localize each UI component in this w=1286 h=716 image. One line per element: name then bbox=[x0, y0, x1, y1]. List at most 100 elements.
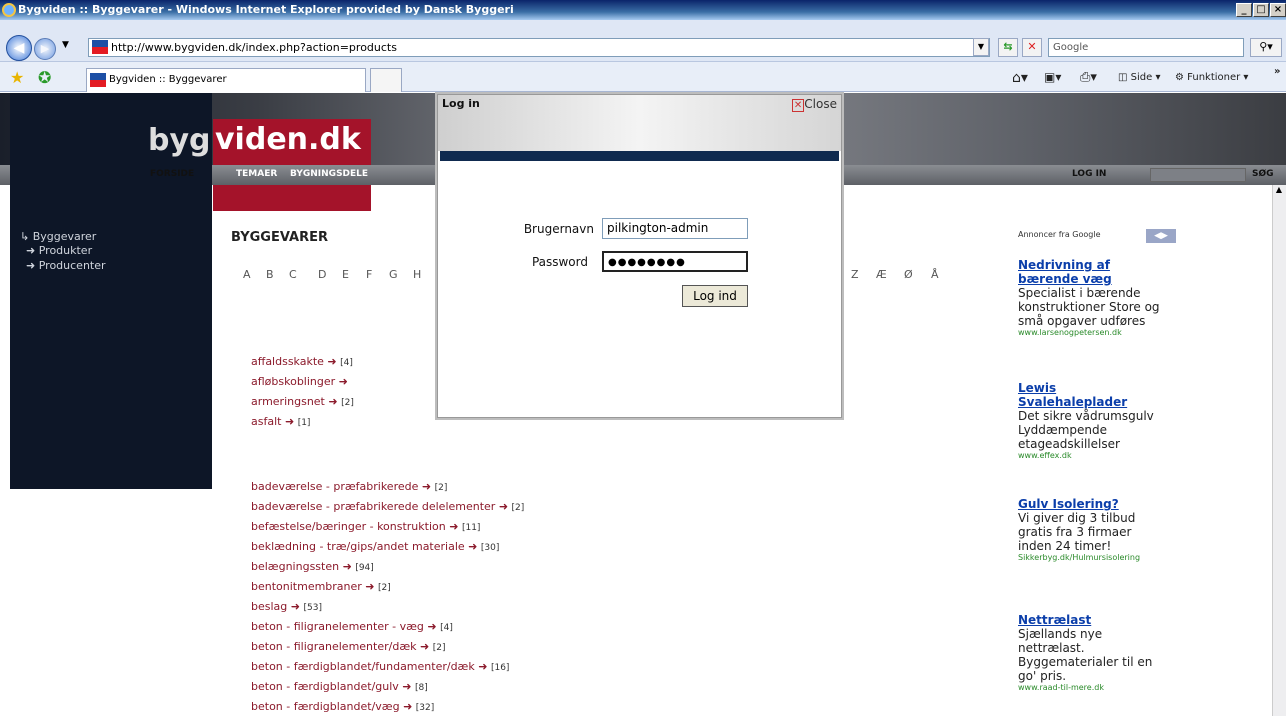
product-link[interactable]: beton - filigranelementer - væg ➜ [4] bbox=[251, 620, 453, 633]
alpha-link[interactable]: H bbox=[413, 268, 421, 281]
product-count: [2] bbox=[341, 398, 354, 408]
product-link[interactable]: befæstelse/bæringer - konstruktion ➜ [11… bbox=[251, 520, 480, 533]
product-link[interactable]: beton - færdigblandet/fundamenter/dæk ➜ … bbox=[251, 660, 509, 673]
maximize-button[interactable]: □ bbox=[1253, 3, 1269, 17]
logo-byg[interactable]: byg bbox=[148, 123, 211, 158]
product-count: [1] bbox=[297, 418, 311, 428]
back-button[interactable]: ◀ bbox=[6, 35, 32, 61]
product-link[interactable]: afløbskoblinger ➜ bbox=[251, 375, 348, 388]
password-label: Password bbox=[531, 255, 588, 269]
product-link[interactable]: belægningssten ➜ [94] bbox=[251, 560, 374, 573]
alpha-link[interactable]: A bbox=[243, 268, 251, 281]
address-input[interactable]: http://www.bygviden.dk/index.php?action=… bbox=[88, 38, 990, 57]
ads-label: Annoncer fra Google bbox=[1018, 230, 1101, 239]
product-name: afløbskoblinger bbox=[251, 375, 336, 388]
refresh-icon[interactable]: ⇆ bbox=[998, 38, 1018, 57]
product-name: badeværelse - præfabrikerede bbox=[251, 480, 419, 493]
stop-icon[interactable]: ✕ bbox=[1022, 38, 1042, 57]
product-count: [53] bbox=[303, 603, 322, 613]
sidebar-item-produkter[interactable]: ➜ Produkter bbox=[26, 244, 92, 257]
side-label: Side bbox=[1130, 72, 1153, 83]
side-menu[interactable]: ◫ Side ▾ bbox=[1118, 72, 1160, 83]
print-icon[interactable]: ⎙▾ bbox=[1080, 70, 1097, 85]
ad-item[interactable]: Gulv Isolering? Vi giver dig 3 tilbud gr… bbox=[1018, 497, 1168, 562]
product-name: beton - filigranelementer - væg bbox=[251, 620, 424, 633]
product-count: [16] bbox=[490, 663, 510, 673]
address-dropdown-icon[interactable]: ▼ bbox=[973, 38, 989, 56]
ad-item[interactable]: Nettrælast Sjællands nye nettrælast. Byg… bbox=[1018, 613, 1168, 692]
product-link[interactable]: badeværelse - præfabrikerede ➜ [2] bbox=[251, 480, 447, 493]
product-count: [4] bbox=[440, 623, 453, 633]
alpha-link[interactable]: Å bbox=[931, 268, 939, 281]
close-window-button[interactable]: × bbox=[1270, 3, 1286, 17]
site-search-input[interactable] bbox=[1150, 168, 1246, 182]
ad-url[interactable]: Sikkerbyg.dk/Hulmursisolering bbox=[1018, 553, 1168, 562]
sidebar-item-producenter[interactable]: ➜ Producenter bbox=[26, 259, 106, 272]
ad-url[interactable]: www.effex.dk bbox=[1018, 451, 1168, 460]
ad-title[interactable]: Nettrælast bbox=[1018, 613, 1168, 627]
product-link[interactable]: armeringsnet ➜ [2] bbox=[251, 395, 354, 408]
product-name: asfalt bbox=[251, 415, 282, 428]
more-chevron-icon[interactable]: » bbox=[1274, 66, 1280, 77]
tab-bygviden[interactable]: Bygviden :: Byggevarer bbox=[86, 68, 366, 92]
product-link[interactable]: beslag ➜ [53] bbox=[251, 600, 322, 613]
alpha-link[interactable]: D bbox=[318, 268, 326, 281]
product-link[interactable]: asfalt ➜ [1] bbox=[251, 415, 310, 428]
ad-title[interactable]: Lewis Svalehaleplader bbox=[1018, 381, 1168, 409]
product-count: [32] bbox=[415, 703, 435, 713]
history-dropdown-icon[interactable]: ▼ bbox=[62, 40, 69, 50]
nav-login[interactable]: LOG IN bbox=[1072, 169, 1106, 179]
nav-temaer[interactable]: TEMAER bbox=[236, 169, 277, 179]
product-link[interactable]: badeværelse - præfabrikerede delelemente… bbox=[251, 500, 524, 513]
page-title: BYGGEVARER bbox=[231, 230, 328, 245]
alpha-link[interactable]: C bbox=[289, 268, 297, 281]
ad-title[interactable]: Nedrivning af bærende væg bbox=[1018, 258, 1168, 286]
nav-forside[interactable]: FORSIDE bbox=[150, 169, 194, 179]
alpha-link[interactable]: Æ bbox=[876, 268, 887, 281]
new-tab-button[interactable] bbox=[370, 68, 402, 92]
add-favorite-icon[interactable]: ✪ bbox=[38, 68, 51, 87]
ad-item[interactable]: Lewis Svalehaleplader Det sikre vådrumsg… bbox=[1018, 381, 1168, 460]
product-count: [2] bbox=[378, 583, 391, 593]
forward-button[interactable]: ▶ bbox=[34, 38, 56, 60]
product-link[interactable]: beton - filigranelementer/dæk ➜ [2] bbox=[251, 640, 445, 653]
feeds-icon[interactable]: ▣▾ bbox=[1044, 70, 1061, 84]
nav-bygningsdele[interactable]: BYGNINGSDELE bbox=[290, 169, 368, 179]
product-count: [2] bbox=[511, 503, 525, 513]
alpha-link[interactable]: B bbox=[266, 268, 274, 281]
ad-url[interactable]: www.larsenogpetersen.dk bbox=[1018, 328, 1168, 337]
username-field[interactable]: pilkington-admin bbox=[602, 218, 748, 239]
product-link[interactable]: beton - færdigblandet/gulv ➜ [8] bbox=[251, 680, 428, 693]
sidebar-item-byggevarer[interactable]: ↳ Byggevarer bbox=[20, 230, 96, 243]
minimize-button[interactable]: _ bbox=[1236, 3, 1252, 17]
favorites-star-icon[interactable]: ★ bbox=[10, 68, 24, 87]
search-icon[interactable]: ⚲▾ bbox=[1250, 38, 1282, 57]
login-submit-button[interactable]: Log ind bbox=[682, 285, 748, 307]
product-name: bentonitmembraner bbox=[251, 580, 362, 593]
search-input[interactable]: Google bbox=[1048, 38, 1244, 57]
logo-viden[interactable]: viden.dk bbox=[213, 119, 371, 165]
product-link[interactable]: beklædning - træ/gips/andet materiale ➜ … bbox=[251, 540, 499, 553]
home-icon[interactable]: ⌂▾ bbox=[1012, 70, 1028, 86]
funktioner-menu[interactable]: ⚙ Funktioner ▾ bbox=[1175, 72, 1248, 83]
alpha-link[interactable]: Z bbox=[851, 268, 859, 281]
ad-text: Vi giver dig 3 tilbud gratis fra 3 firma… bbox=[1018, 511, 1136, 553]
site-search-button[interactable]: SØG bbox=[1252, 169, 1274, 179]
product-name: affaldsskakte bbox=[251, 355, 324, 368]
alpha-link[interactable]: F bbox=[366, 268, 372, 281]
ad-title[interactable]: Gulv Isolering? bbox=[1018, 497, 1168, 511]
alpha-link[interactable]: G bbox=[389, 268, 398, 281]
product-link[interactable]: beton - færdigblandet/væg ➜ [32] bbox=[251, 700, 434, 713]
password-field[interactable]: ●●●●●●●● bbox=[602, 251, 748, 272]
alpha-link[interactable]: E bbox=[342, 268, 349, 281]
ad-url[interactable]: www.raad-til-mere.dk bbox=[1018, 683, 1168, 692]
product-link[interactable]: affaldsskakte ➜ [4] bbox=[251, 355, 353, 368]
product-name: beslag bbox=[251, 600, 288, 613]
alpha-link[interactable]: Ø bbox=[904, 268, 913, 281]
product-link[interactable]: bentonitmembraner ➜ [2] bbox=[251, 580, 391, 593]
dialog-close-button[interactable]: ✕ Close bbox=[791, 97, 837, 112]
ad-item[interactable]: Nedrivning af bærende væg Specialist i b… bbox=[1018, 258, 1168, 337]
page-scrollbar[interactable]: ▲ bbox=[1272, 185, 1286, 716]
scroll-up-icon[interactable]: ▲ bbox=[1273, 185, 1285, 197]
ads-nav-icon[interactable]: ◀▶ bbox=[1146, 229, 1176, 243]
